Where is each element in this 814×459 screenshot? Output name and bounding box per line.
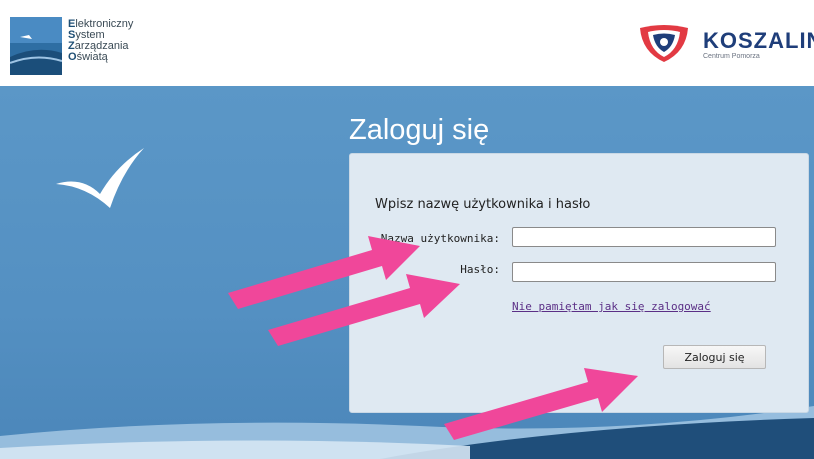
koszalin-crest-logo	[640, 25, 688, 62]
username-input[interactable]	[512, 227, 776, 247]
forgot-login-link[interactable]: Nie pamiętam jak się zalogować	[512, 300, 711, 313]
password-input[interactable]	[512, 262, 776, 282]
login-heading: Wpisz nazwę użytkownika i hasło	[375, 197, 591, 212]
login-background: Zaloguj się Wpisz nazwę użytkownika i ha…	[0, 86, 814, 459]
login-panel: Wpisz nazwę użytkownika i hasło Nazwa uż…	[349, 153, 809, 413]
esz-logo-text: Elektroniczny System Zarządzania Oświatą	[68, 18, 134, 63]
esz-logo	[10, 17, 62, 75]
city-tagline: Centrum Pomorza	[703, 53, 760, 60]
login-button[interactable]: Zaloguj się	[663, 345, 766, 369]
page-title: Zaloguj się	[349, 114, 490, 146]
username-label: Nazwa użytkownika:	[380, 232, 500, 245]
city-name: KOSZALIN	[703, 28, 814, 53]
page-header: Elektroniczny System Zarządzania Oświatą…	[0, 0, 814, 86]
password-label: Hasło:	[460, 263, 500, 276]
checkmark-bird-icon	[56, 148, 144, 208]
